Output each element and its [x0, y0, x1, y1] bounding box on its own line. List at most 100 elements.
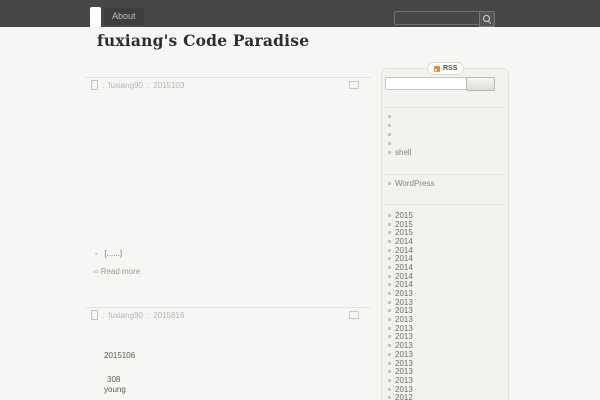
archive-label: 2013: [395, 297, 413, 307]
archive-item[interactable]: 2013: [388, 306, 413, 316]
bullet-icon: [388, 361, 391, 365]
bullet-icon: [388, 231, 391, 235]
bullet-icon: [388, 309, 391, 313]
archive-item[interactable]: 2014: [388, 254, 413, 263]
archive-item[interactable]: 2013: [388, 359, 413, 368]
archive-list: 2015 2015 2015 2014 2014 2014 2014 2014 …: [388, 211, 413, 400]
archive-label: 2013: [395, 306, 413, 316]
archive-item[interactable]: 2013: [388, 385, 413, 394]
archive-item[interactable]: 2014: [388, 246, 413, 255]
bullet-icon: [388, 335, 391, 339]
archive-label: 2013: [395, 358, 413, 368]
archive-label: 2014: [395, 254, 413, 264]
author-glyph-icon: [91, 80, 98, 90]
archive-item[interactable]: 2014: [388, 263, 413, 272]
permalink-icon: ∞: [93, 267, 99, 276]
bullet-icon: [388, 292, 391, 296]
archive-item[interactable]: 2013: [388, 341, 413, 350]
post-body-line: 2015106: [104, 351, 136, 360]
bullet-icon: [388, 326, 391, 330]
sidebar-search-button[interactable]: [466, 77, 495, 91]
meta-link-label: WordPress: [395, 179, 435, 188]
meta-separator: :: [146, 80, 150, 90]
header-search-input[interactable]: [394, 11, 479, 25]
post-meta: : fuxiang90 : 2015816: [91, 310, 371, 320]
archive-label: 2013: [395, 384, 413, 394]
bullet-icon: [388, 344, 391, 348]
meta-separator: :: [102, 80, 105, 90]
bullet-icon: [388, 265, 391, 269]
bullet-icon: [388, 133, 391, 136]
archive-item[interactable]: 2015: [388, 211, 413, 220]
archive-item[interactable]: 2013: [388, 324, 413, 333]
meta-link-item[interactable]: WordPress: [388, 179, 434, 188]
post-author[interactable]: fuxiang90: [108, 81, 143, 90]
archive-label: 2013: [395, 289, 413, 299]
archive-item[interactable]: 2013: [388, 376, 413, 385]
bullet-icon: [388, 124, 391, 127]
bullet-icon: [388, 239, 391, 243]
sidebar-divider: [384, 174, 504, 175]
archive-item[interactable]: 2013: [388, 289, 413, 298]
archive-item[interactable]: 2013: [388, 332, 413, 342]
comments-icon[interactable]: [349, 81, 359, 90]
archive-label: 2013: [395, 332, 413, 342]
bullet-icon: [388, 248, 391, 252]
bullet-icon: [388, 115, 391, 118]
bullet-icon: [388, 318, 391, 322]
bullet-icon: [388, 396, 391, 400]
read-more-link[interactable]: ∞ Read more: [93, 267, 140, 276]
archive-item[interactable]: 2014: [388, 280, 413, 289]
top-navigation-bar: About: [0, 0, 600, 27]
category-item[interactable]: [388, 130, 411, 139]
bullet-icon: [388, 274, 391, 278]
rss-label: RSS: [443, 65, 458, 72]
bullet-icon: [388, 352, 391, 356]
bullet-icon: [388, 142, 391, 145]
archive-item[interactable]: 2014: [388, 272, 413, 281]
sidebar-divider: [384, 107, 504, 108]
comments-icon[interactable]: [349, 311, 359, 320]
category-item[interactable]: [388, 112, 411, 121]
archive-item[interactable]: 2015: [388, 220, 413, 229]
site-title[interactable]: fuxiang's Code Paradise: [97, 31, 309, 50]
archive-label: 2014: [395, 271, 413, 281]
category-list: shell: [388, 112, 411, 157]
post-author[interactable]: fuxiang90: [108, 311, 143, 320]
archive-item[interactable]: 2013: [388, 367, 413, 376]
bullet-icon: [388, 387, 391, 391]
bullet-icon: [388, 213, 391, 217]
sidebar-search-input[interactable]: [385, 77, 467, 90]
archive-label: 2015: [395, 210, 413, 220]
bullet-icon: [388, 182, 391, 185]
archive-item[interactable]: 2015: [388, 228, 413, 237]
post-excerpt: - [......]: [95, 249, 123, 258]
archive-label: 2013: [395, 367, 413, 377]
bullet-icon: [388, 151, 391, 154]
archive-item[interactable]: 2013: [388, 350, 413, 359]
read-more-label: Read more: [100, 267, 141, 276]
header-search-button[interactable]: [479, 11, 495, 27]
sidebar-divider: [384, 204, 504, 205]
archive-label: 2013: [395, 349, 413, 359]
home-tab[interactable]: [90, 7, 101, 27]
rss-link[interactable]: RSS: [427, 62, 465, 75]
post-body-line: young: [104, 385, 126, 394]
category-item[interactable]: [388, 139, 411, 148]
archive-item[interactable]: 2014: [388, 237, 413, 246]
category-item[interactable]: [388, 121, 411, 130]
archive-item[interactable]: 2012: [388, 393, 413, 400]
meta-separator: :: [146, 310, 150, 320]
nav-item-about[interactable]: About: [104, 8, 144, 25]
magnifier-icon: [483, 15, 490, 22]
bullet-icon: [388, 300, 391, 304]
archive-item[interactable]: 2013: [388, 298, 413, 307]
archive-label: 2013: [395, 315, 413, 325]
post-meta: : fuxiang90 : 2015103: [91, 80, 371, 90]
rss-icon: [434, 65, 440, 72]
category-item[interactable]: shell: [388, 148, 411, 157]
archive-item[interactable]: 2013: [388, 315, 413, 324]
archive-label: 2015: [395, 219, 413, 229]
post-date: 2015816: [153, 310, 185, 320]
archive-label: 2014: [395, 262, 413, 272]
